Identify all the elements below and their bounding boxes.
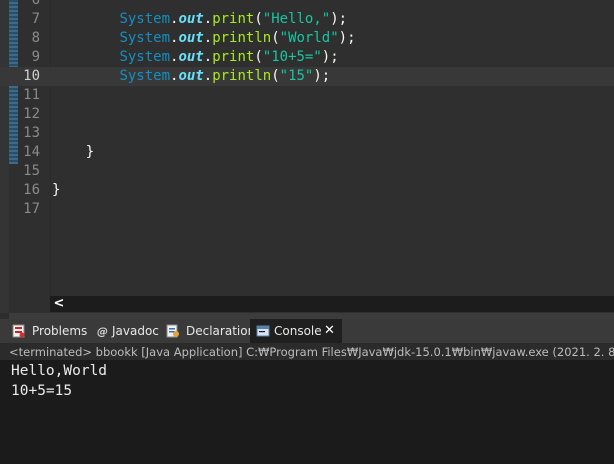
code-token: ( [271, 30, 280, 46]
code-token: println [212, 30, 272, 46]
tab-console-label: Console [274, 324, 322, 338]
problems-icon [12, 324, 25, 338]
code-line[interactable]: 10 System.out.println("15"); [0, 67, 614, 86]
code-token: System [119, 30, 171, 46]
code-line[interactable]: 14 } [0, 143, 614, 162]
javadoc-icon: @ [97, 325, 108, 338]
code-token: "15" [279, 68, 314, 84]
console-output-line: 10+5=15 [11, 383, 73, 399]
code-token: out [178, 68, 204, 84]
code-token: . [203, 30, 213, 46]
close-icon[interactable]: ✕ [324, 319, 335, 343]
line-number: 6 [31, 0, 40, 8]
tab-declaration-label: Declaration [186, 324, 256, 338]
code-line[interactable]: 6 [0, 0, 614, 10]
line-number: 17 [23, 201, 40, 217]
code-token: ); [338, 30, 356, 46]
code-token: "10+5=" [262, 49, 322, 65]
code-token: ); [330, 11, 348, 27]
scroll-left-arrow-icon[interactable]: < [52, 296, 66, 312]
code-text: System.out.print("Hello,"); [52, 10, 347, 29]
line-number: 9 [31, 49, 40, 65]
code-line[interactable]: 11 [0, 86, 614, 105]
code-line[interactable]: 13 [0, 124, 614, 143]
code-token: System [119, 68, 171, 84]
code-line[interactable]: 8 System.out.println("World"); [0, 29, 614, 48]
code-token: out [178, 49, 204, 65]
code-line[interactable]: 17 [0, 200, 614, 219]
code-editor[interactable]: 67 System.out.print("Hello,"); 8 System.o… [0, 0, 614, 313]
line-number: 11 [23, 87, 40, 103]
view-tab-bar: Problems @ Javadoc Declaration Console ✕ [0, 319, 614, 344]
code-token: ( [254, 11, 263, 27]
eclipse-window: 67 System.out.print("Hello,"); 8 System.o… [0, 0, 614, 464]
code-text: System.out.print("10+5="); [52, 48, 339, 67]
console-output-line: Hello,World [11, 363, 108, 379]
tab-console[interactable]: Console ✕ [250, 319, 342, 343]
tab-declaration[interactable]: Declaration [166, 319, 255, 343]
declaration-icon [166, 324, 179, 338]
code-token: System [119, 11, 171, 27]
code-text: System.out.println("World"); [52, 29, 356, 48]
code-line[interactable]: 15 [0, 162, 614, 181]
code-token: } [52, 182, 61, 198]
tab-problems[interactable]: Problems [12, 319, 88, 343]
code-line[interactable]: 9 System.out.print("10+5="); [0, 48, 614, 67]
code-token: . [203, 11, 213, 27]
line-number: 15 [23, 163, 40, 179]
line-number: 14 [23, 144, 40, 160]
code-token: "Hello," [262, 11, 331, 27]
code-token: ( [254, 49, 263, 65]
code-line[interactable]: 12 [0, 105, 614, 124]
code-token: out [178, 30, 204, 46]
code-token: println [212, 68, 272, 84]
code-text: System.out.println("15"); [52, 67, 330, 86]
code-token: "World" [279, 30, 339, 46]
code-token: ); [321, 49, 339, 65]
console-status-line: <terminated> bbookk [Java Application] C… [0, 344, 614, 360]
line-number: 12 [23, 106, 40, 122]
svg-text:@: @ [97, 325, 108, 338]
code-token: } [52, 144, 95, 160]
line-number: 13 [23, 125, 40, 141]
code-token: . [203, 68, 213, 84]
tab-javadoc-label: Javadoc [112, 324, 159, 338]
code-token: print [212, 11, 255, 27]
code-text: } [52, 143, 94, 162]
line-number: 16 [23, 182, 40, 198]
code-token: System [119, 49, 171, 65]
line-number: 10 [23, 68, 40, 84]
tab-javadoc[interactable]: @ Javadoc [96, 319, 160, 343]
line-number: 7 [31, 11, 40, 27]
code-token: out [178, 11, 204, 27]
console-icon [256, 325, 270, 337]
code-token: . [203, 49, 213, 65]
code-token: ( [271, 68, 280, 84]
code-text: } [52, 181, 60, 200]
console-view[interactable]: <terminated> bbookk [Java Application] C… [0, 344, 614, 464]
code-line[interactable]: 16} [0, 181, 614, 200]
line-number: 8 [31, 30, 40, 46]
horizontal-scrollbar[interactable]: < [50, 296, 614, 312]
code-token: ); [313, 68, 331, 84]
tab-problems-label: Problems [32, 324, 88, 338]
code-token: print [212, 49, 255, 65]
code-line[interactable]: 7 System.out.print("Hello,"); [0, 10, 614, 29]
